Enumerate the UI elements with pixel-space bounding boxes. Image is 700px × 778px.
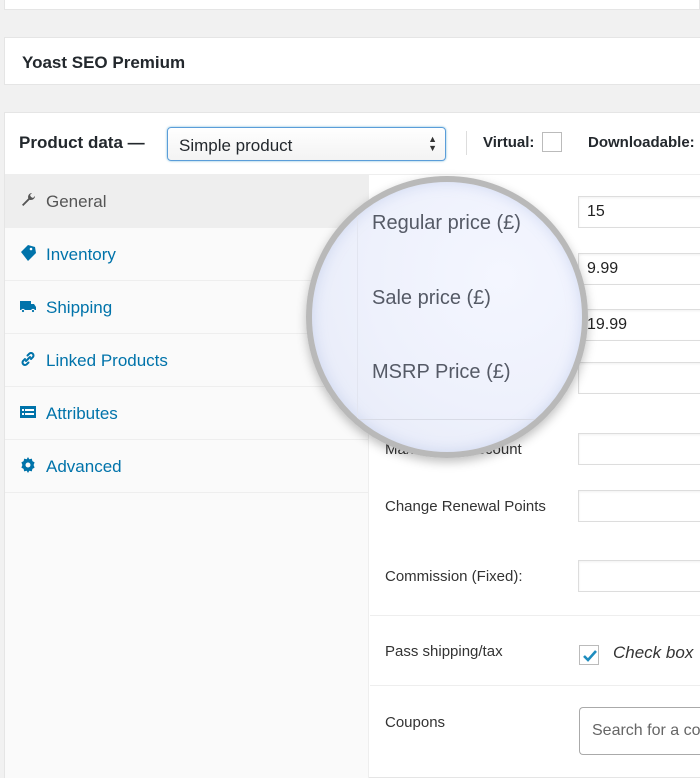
- divider: [370, 685, 700, 686]
- regular-price-input[interactable]: 15: [578, 196, 700, 228]
- list-icon: [20, 406, 36, 418]
- link-icon: [21, 352, 35, 366]
- wrench-icon: [22, 193, 35, 206]
- checkmark-icon: [583, 650, 597, 662]
- pass-shipping-tax-checkbox[interactable]: [579, 645, 599, 665]
- tab-advanced[interactable]: Advanced: [5, 440, 368, 493]
- product-data-label: Product data —: [19, 133, 145, 152]
- divider: [370, 615, 700, 616]
- tab-label: Attributes: [46, 404, 118, 423]
- lens-row-line: [357, 419, 547, 420]
- change-renewal-points-label: Change Renewal Points: [385, 498, 546, 515]
- commission-fixed-label: Commission (Fixed):: [385, 568, 523, 585]
- product-type-select[interactable]: Simple product ▲ ▼: [167, 127, 446, 161]
- coupons-placeholder: Search for a coupon…: [592, 722, 700, 739]
- tab-label: General: [46, 192, 107, 211]
- regular-price-label: Regular price (£): [372, 212, 521, 234]
- lens-divider: [357, 182, 358, 452]
- msrp-price-input[interactable]: 19.99: [578, 309, 700, 341]
- max-points-discount-input[interactable]: [578, 433, 700, 465]
- gear-icon: [21, 457, 35, 473]
- tab-general[interactable]: General: [5, 175, 368, 228]
- previous-panel-edge: [4, 0, 700, 10]
- tab-label: Linked Products: [46, 351, 168, 370]
- tab-label: Shipping: [46, 298, 113, 317]
- tab-label: Advanced: [46, 457, 122, 476]
- virtual-label: Virtual:: [483, 134, 535, 151]
- header-divider: [466, 131, 467, 155]
- tag-icon: [21, 245, 36, 261]
- sale-price-input[interactable]: 9.99: [578, 253, 700, 285]
- downloadable-label: Downloadable:: [588, 134, 695, 151]
- select-arrows-icon: ▲ ▼: [428, 134, 437, 153]
- blank-field-input[interactable]: [578, 362, 700, 394]
- product-data-header: Product data — Simple product ▲ ▼ Virtual…: [5, 113, 700, 175]
- panel-title: Yoast SEO Premium: [22, 53, 186, 72]
- yoast-seo-panel[interactable]: Yoast SEO Premium: [4, 37, 700, 85]
- change-renewal-points-input[interactable]: [578, 490, 700, 522]
- magnifier-lens: Regular price (£) Sale price (£) MSRP Pr…: [306, 176, 588, 458]
- pass-shipping-tax-label: Pass shipping/tax: [385, 643, 503, 660]
- sale-price-label: Sale price (£): [372, 287, 491, 309]
- tab-label: Inventory: [46, 245, 116, 264]
- coupons-label: Coupons: [385, 714, 446, 731]
- product-type-value: Simple product: [179, 136, 293, 155]
- truck-icon: [20, 301, 36, 314]
- coupons-search-input[interactable]: Search for a coupon…: [579, 707, 700, 755]
- virtual-checkbox[interactable]: [542, 132, 562, 152]
- tab-attributes[interactable]: Attributes: [5, 387, 368, 440]
- msrp-price-label: MSRP Price (£): [372, 361, 511, 383]
- pass-shipping-tax-description: Check box: [613, 643, 694, 662]
- commission-fixed-input[interactable]: [578, 560, 700, 592]
